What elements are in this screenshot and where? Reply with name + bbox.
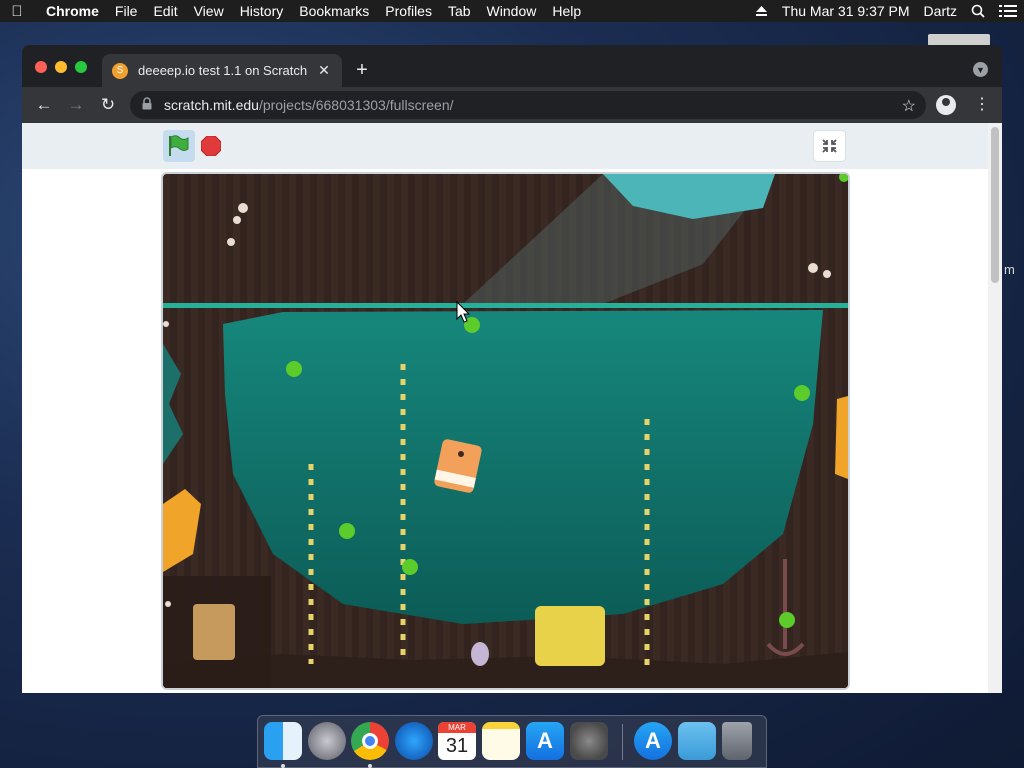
yellow-coral <box>535 606 605 666</box>
url-host: scratch.mit.edu <box>164 97 259 113</box>
menu-view[interactable]: View <box>186 3 232 19</box>
apple-menu-icon[interactable]:  <box>0 3 34 20</box>
new-tab-icon[interactable]: + <box>352 59 372 82</box>
browser-tab[interactable]: S deeeep.io test 1.1 on Scratch ✕ <box>102 54 342 87</box>
tab-strip: S deeeep.io test 1.1 on Scratch ✕ + ▼ <box>22 45 1002 87</box>
page-scrollbar[interactable] <box>988 123 1002 693</box>
water-surface-line <box>163 303 848 308</box>
launchpad-icon[interactable] <box>308 722 346 760</box>
menu-history[interactable]: History <box>232 3 292 19</box>
tab-title: deeeep.io test 1.1 on Scratch <box>138 63 308 78</box>
jellyfish <box>471 642 489 666</box>
menu-bookmarks[interactable]: Bookmarks <box>291 3 377 19</box>
app-store-folder-icon[interactable]: A <box>634 722 672 760</box>
chrome-icon[interactable] <box>351 722 389 760</box>
browser-window: S deeeep.io test 1.1 on Scratch ✕ + ▼ ← … <box>22 45 1002 693</box>
menu-clock[interactable]: Thu Mar 31 9:37 PM <box>775 3 917 19</box>
stage-header <box>22 123 988 169</box>
chrome-running-dot <box>368 764 372 768</box>
scratch-stage[interactable] <box>161 172 850 690</box>
notes-icon[interactable] <box>482 722 520 760</box>
exit-fullscreen-button[interactable] <box>813 130 846 162</box>
minimap-player <box>193 604 235 660</box>
menu-help[interactable]: Help <box>544 3 589 19</box>
chrome-menu-icon[interactable]: ⋮ <box>974 94 990 114</box>
finder-running-dot <box>281 764 285 768</box>
menu-file[interactable]: File <box>107 3 146 19</box>
menu-app-name[interactable]: Chrome <box>34 3 107 19</box>
browser-toolbar: ← → ↻ scratch.mit.edu/projects/668031303… <box>22 87 1002 123</box>
address-bar[interactable]: scratch.mit.edu/projects/668031303/fulls… <box>130 91 926 119</box>
forward-icon[interactable]: → <box>66 95 86 115</box>
stop-icon[interactable] <box>200 135 222 157</box>
menu-user[interactable]: Dartz <box>917 3 964 19</box>
scratch-favicon-icon: S <box>112 62 128 79</box>
calendar-icon[interactable]: MAR 31 <box>438 722 476 760</box>
dock: MAR 31 A A <box>257 715 767 768</box>
finder-icon[interactable] <box>264 722 302 760</box>
calendar-month: MAR <box>438 722 476 733</box>
background-window-text: m <box>1004 262 1015 277</box>
green-flag-icon[interactable] <box>163 130 195 162</box>
menu-tab[interactable]: Tab <box>440 3 479 19</box>
system-preferences-icon[interactable] <box>570 722 608 760</box>
url-path: /projects/668031303/fullscreen/ <box>258 97 454 113</box>
tab-close-icon[interactable]: ✕ <box>316 62 332 79</box>
zoom-window-icon[interactable] <box>75 61 87 73</box>
menu-profiles[interactable]: Profiles <box>377 3 440 19</box>
menu-bar:  Chrome File Edit View History Bookmark… <box>0 0 1024 22</box>
reload-icon[interactable]: ↻ <box>98 95 118 115</box>
scrollbar-thumb[interactable] <box>991 127 999 283</box>
app-store-icon[interactable]: A <box>526 722 564 760</box>
control-center-icon[interactable] <box>992 4 1024 18</box>
profile-avatar-icon[interactable] <box>936 95 956 115</box>
dock-divider <box>622 724 623 760</box>
close-window-icon[interactable] <box>35 61 47 73</box>
eject-icon[interactable] <box>748 5 775 17</box>
safari-icon[interactable] <box>395 722 433 760</box>
tab-search-icon[interactable]: ▼ <box>973 62 988 77</box>
spotlight-search-icon[interactable] <box>964 4 992 18</box>
calendar-day: 31 <box>445 735 469 757</box>
downloads-folder-icon[interactable] <box>678 722 716 760</box>
menu-window[interactable]: Window <box>479 3 545 19</box>
lock-icon[interactable] <box>142 97 156 113</box>
page-content <box>22 123 1002 693</box>
orange-sponge-right <box>835 396 848 479</box>
back-icon[interactable]: ← <box>34 95 54 115</box>
bookmark-star-icon[interactable]: ☆ <box>902 96 916 116</box>
trash-icon[interactable] <box>722 722 752 760</box>
game-canvas <box>163 174 848 688</box>
menu-edit[interactable]: Edit <box>145 3 185 19</box>
minimize-window-icon[interactable] <box>55 61 67 73</box>
